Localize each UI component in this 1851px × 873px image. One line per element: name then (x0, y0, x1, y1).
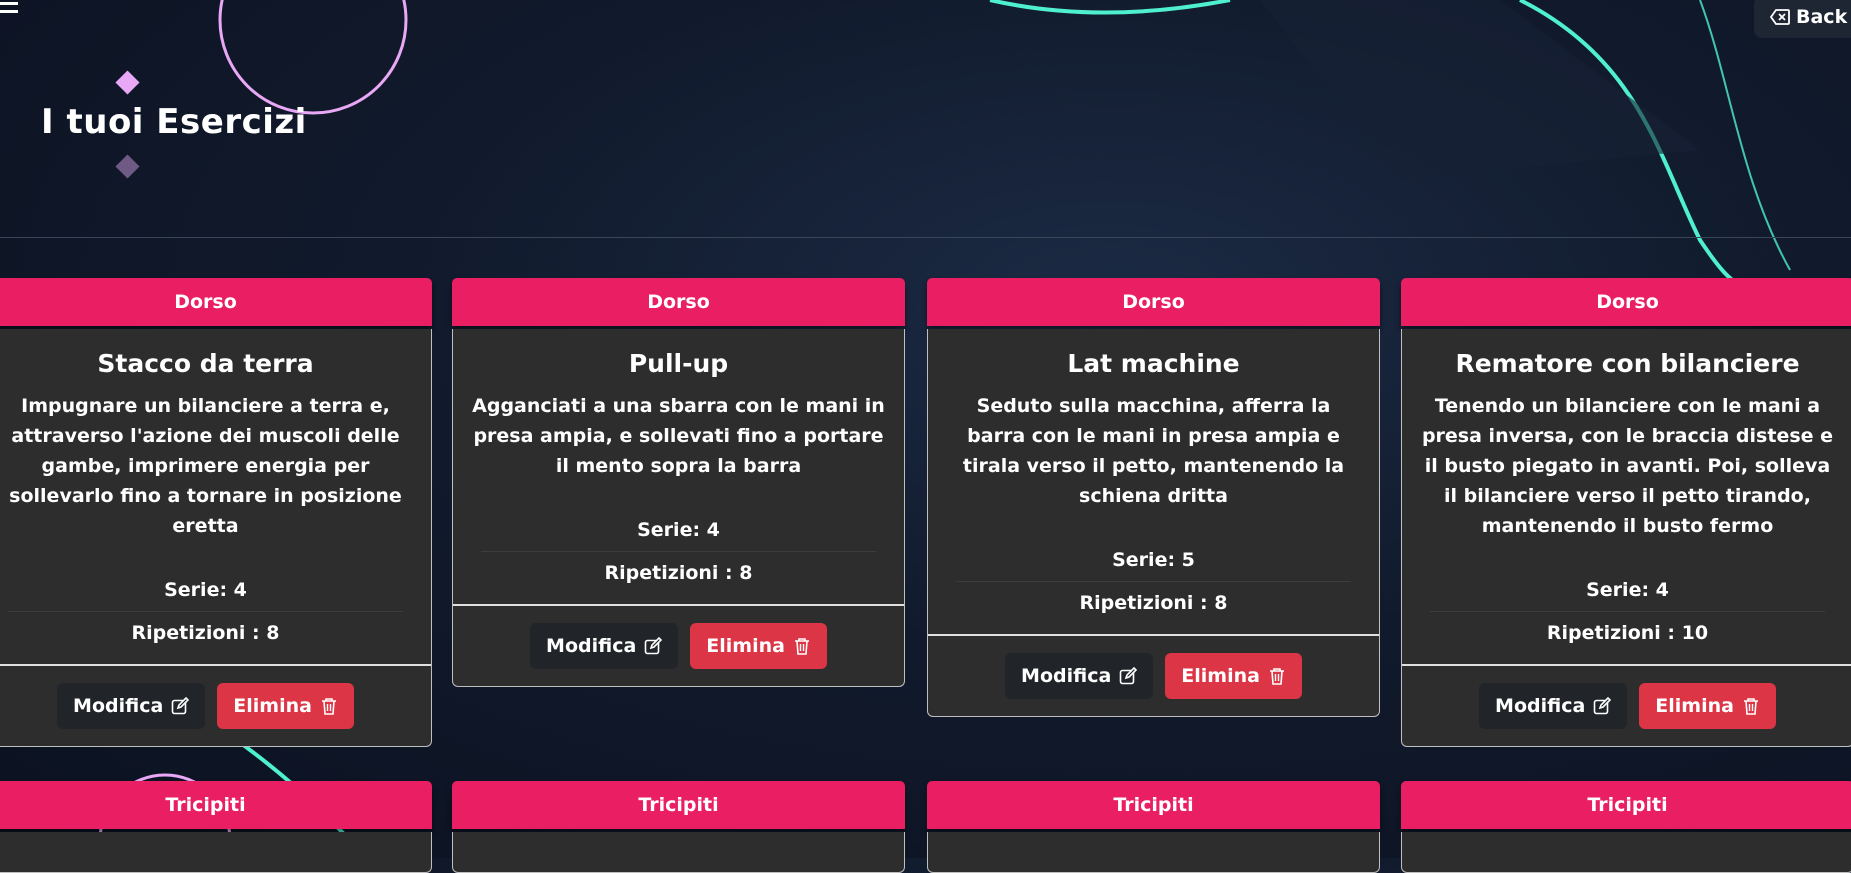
back-button[interactable]: Back (1754, 0, 1851, 38)
edit-icon (1119, 667, 1138, 685)
card-series: Serie: 4 (164, 579, 247, 601)
trash-icon (1269, 668, 1284, 685)
page-title: I tuoi Esercizi (41, 102, 307, 142)
trash-icon (321, 698, 336, 715)
delete-button[interactable]: Elimina (217, 683, 354, 729)
exercise-card: Tricipiti (452, 781, 905, 873)
card-series: Serie: 4 (1586, 579, 1669, 601)
trash-icon (1743, 698, 1758, 715)
card-category: Dorso (452, 278, 905, 326)
edit-label: Modifica (1021, 665, 1112, 687)
delete-label: Elimina (1181, 665, 1260, 687)
exercise-card: Tricipiti (0, 781, 432, 873)
edit-button[interactable]: Modifica (57, 683, 206, 729)
back-label: Back (1796, 6, 1848, 28)
menu-icon[interactable] (0, 2, 18, 18)
card-series: Serie: 5 (1112, 549, 1195, 571)
card-title: Pull-up (628, 349, 729, 378)
delete-label: Elimina (1655, 695, 1734, 717)
edit-button[interactable]: Modifica (1005, 653, 1154, 699)
card-description: Tenendo un bilanciere con le mani a pres… (1421, 395, 1834, 537)
delete-label: Elimina (706, 635, 785, 657)
card-category: Tricipiti (452, 781, 905, 829)
delete-button[interactable]: Elimina (690, 623, 827, 669)
card-title: Stacco da terra (97, 349, 314, 378)
card-category: Tricipiti (0, 781, 432, 829)
exercise-card: Tricipiti (927, 781, 1380, 873)
exercise-card: Dorso Pull-up Agganciati a una sbarra co… (452, 278, 905, 687)
edit-label: Modifica (73, 695, 164, 717)
card-description: Impugnare un bilanciere a terra e, attra… (9, 395, 402, 537)
card-title: Rematore con bilanciere (1455, 349, 1800, 378)
delete-button[interactable]: Elimina (1165, 653, 1302, 699)
card-description: Agganciati a una sbarra con le mani in p… (472, 395, 885, 477)
card-category: Tricipiti (927, 781, 1380, 829)
card-category: Dorso (1401, 278, 1851, 326)
card-series: Serie: 4 (637, 519, 720, 541)
exercise-card: Tricipiti (1401, 781, 1851, 873)
card-title: Lat machine (1067, 349, 1240, 378)
edit-button[interactable]: Modifica (530, 623, 679, 669)
card-reps: Ripetizioni : 8 (1079, 592, 1228, 614)
card-description: Seduto sulla macchina, afferra la barra … (962, 395, 1345, 507)
delete-button[interactable]: Elimina (1639, 683, 1776, 729)
card-reps: Ripetizioni : 8 (131, 622, 280, 644)
trash-icon (794, 638, 809, 655)
delete-label: Elimina (233, 695, 312, 717)
edit-label: Modifica (546, 635, 637, 657)
edit-button[interactable]: Modifica (1479, 683, 1628, 729)
exercise-card: Dorso Rematore con bilanciere Tenendo un… (1401, 278, 1851, 747)
edit-icon (1593, 697, 1612, 715)
exercise-card: Dorso Lat machine Seduto sulla macchina,… (927, 278, 1380, 717)
edit-icon (644, 637, 663, 655)
backspace-icon (1770, 9, 1790, 25)
card-category: Tricipiti (1401, 781, 1851, 829)
card-category: Dorso (927, 278, 1380, 326)
edit-icon (171, 697, 190, 715)
card-category: Dorso (0, 278, 432, 326)
exercise-card: Dorso Stacco da terra Impugnare un bilan… (0, 278, 432, 747)
card-reps: Ripetizioni : 10 (1546, 622, 1709, 644)
header-divider (0, 237, 1851, 238)
card-reps: Ripetizioni : 8 (604, 562, 753, 584)
edit-label: Modifica (1495, 695, 1586, 717)
